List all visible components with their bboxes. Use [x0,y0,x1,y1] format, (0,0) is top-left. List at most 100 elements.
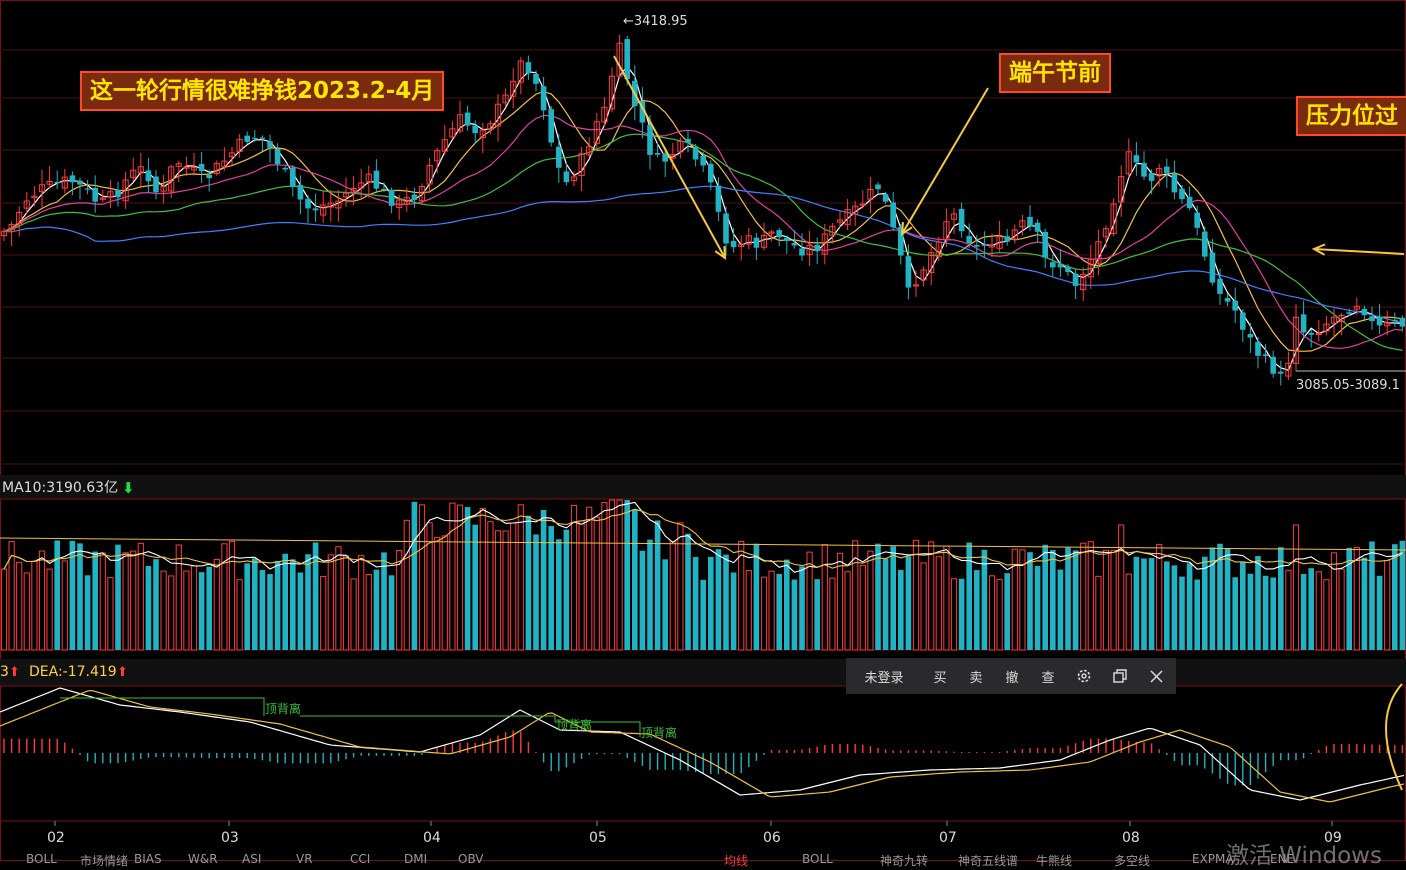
volume-ma-lines [0,501,1406,573]
volume-bar [1102,549,1110,651]
candle-body [563,171,570,183]
candle-body [1148,173,1155,181]
volume-bar [624,500,630,650]
cancel-order-button[interactable]: 撤 [994,658,1030,694]
candle-body [54,181,60,184]
volume-bar [267,574,273,650]
volume-bar [1133,556,1140,650]
volume-bar [639,550,646,650]
volume-bar [1194,579,1200,650]
volume-bar [1369,541,1375,650]
candle-body [1369,316,1375,322]
volume-bar [685,533,691,650]
volume-bar [38,550,46,651]
candle-body [799,248,805,256]
volume-bar [1148,558,1155,650]
gear-icon [1077,669,1091,683]
volume-bar [708,556,714,650]
candle-body [715,185,722,212]
indicator-tab[interactable]: CCI [350,852,370,866]
indicator-tab[interactable]: DMI [404,852,427,866]
candle-body [525,62,532,74]
volume-bar [1262,575,1269,650]
volume-bar [388,575,395,650]
restore-window-button[interactable] [1102,658,1138,694]
volume-bar [745,570,752,651]
restore-icon [1113,669,1127,683]
volume-bar [875,543,881,650]
volume-bar [1156,543,1163,651]
volume-bar [669,541,676,651]
buy-button[interactable]: 买 [922,658,958,694]
volume-bar [1034,565,1041,650]
indicator-tab[interactable]: ASI [242,852,261,866]
candle-body [1247,334,1254,338]
dif-line [0,687,1405,801]
volume-bar [578,520,585,651]
volume-bar [608,499,616,651]
volume-bar [282,553,288,650]
query-button[interactable]: 查 [1030,658,1066,694]
volume-bar [1087,541,1094,651]
volume-bar [730,572,737,650]
indicator-tab[interactable]: OBV [458,852,484,866]
indicator-tab[interactable]: VR [296,852,313,866]
divergence-marker [60,697,265,716]
volume-bar [1338,568,1345,651]
candle-body [624,39,630,80]
volume-bar [1110,549,1117,651]
volume-bar [1179,576,1185,650]
dea-arrow: ⬆ [117,665,128,680]
candle-body [654,152,661,155]
volume-bar [1065,547,1071,650]
indicator-tab[interactable]: EXPMA [1192,852,1234,866]
candle-body [730,240,737,248]
macd-lines [0,683,1405,803]
dea-label: DEA:-17.419 [29,664,117,680]
overlay-annotations [613,55,1406,372]
volume-bar [517,504,524,651]
volume-bar [890,546,896,650]
volume-bar [981,549,988,650]
candle-body [791,243,798,246]
volume-bar [206,566,212,650]
candle-body [974,245,980,247]
indicator-tab[interactable]: BOLL [802,852,833,866]
volume-bar [958,578,965,650]
volume-bar [381,552,387,650]
candle-body [1399,317,1406,327]
volume-bar [1247,573,1254,650]
indicator-tab[interactable]: ENE [1270,852,1294,866]
volume-bar [1361,557,1368,650]
volume-bar [1080,542,1087,651]
close-icon [1149,669,1163,683]
volume-bar [46,568,53,651]
volume-bar [1118,524,1125,651]
sell-button[interactable]: 卖 [958,658,994,694]
volume-bar [77,543,83,650]
volume-bar [700,579,706,650]
indicator-tab[interactable]: BIAS [134,852,162,866]
candle-body [776,230,782,238]
candle-body [145,170,152,182]
indicator-tab[interactable]: BOLL [26,852,57,866]
candle-body [966,236,972,244]
annotation-box-rally: 这一轮行情很难挣钱2023.2-4月 [80,71,445,111]
x-tick-label: 05 [589,830,607,846]
login-button[interactable]: 未登录 [846,658,922,694]
volume-bar [974,570,980,650]
settings-button[interactable] [1066,658,1102,694]
volume-bar [23,572,30,651]
volume-bar [464,507,471,650]
candle-body [1179,188,1185,200]
volume-bar [1027,552,1033,650]
macd-label-fragment: 3 [0,664,9,680]
candle-body [1270,356,1276,374]
volume-bar [1004,573,1010,650]
divergence-label-3: 顶背离 [641,725,677,740]
indicator-tab[interactable]: W&R [188,852,218,866]
candle-body [1141,162,1147,177]
close-toolbar-button[interactable] [1138,658,1174,694]
volume-bar [1164,561,1170,650]
volume-bar [190,565,198,651]
